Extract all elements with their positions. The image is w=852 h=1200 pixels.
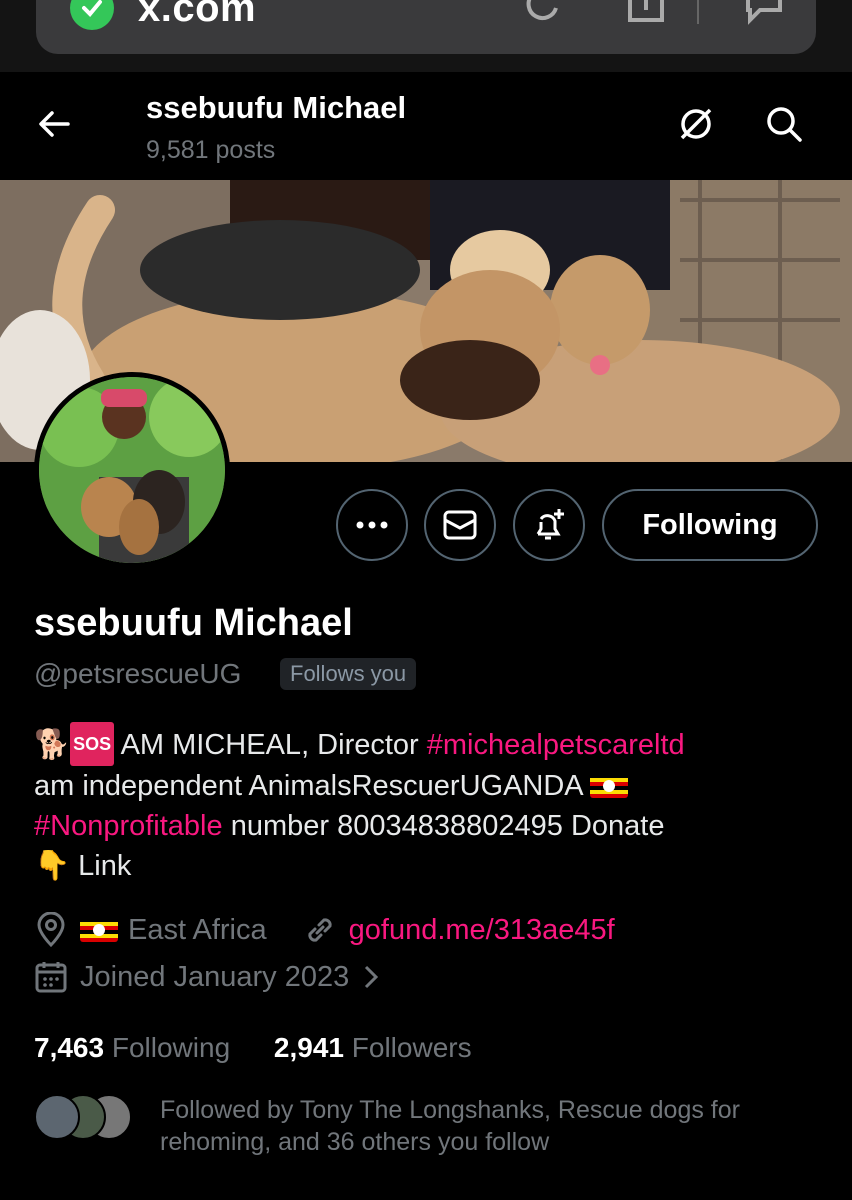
bio-text-1: AM MICHEAL, Director [120,729,427,761]
website-link[interactable]: gofund.me/313ae45f [349,914,615,947]
reload-icon[interactable] [520,0,564,26]
back-arrow-icon[interactable] [34,104,74,144]
more-dots-icon [356,521,388,529]
notifications-button[interactable] [513,489,585,561]
link-icon [308,918,332,942]
display-name: ssebuufu Michael [34,602,353,644]
following-button[interactable]: Following [602,489,818,561]
envelope-icon [443,510,477,540]
chevron-right-icon [365,965,379,989]
bio-text-3: number 80034838802495 Donate [222,810,665,842]
sos-icon: SOS [70,722,115,766]
chat-icon[interactable] [742,0,786,26]
profile-bio: 🐕 SOS AM MICHEAL, Director #michealpetsca… [34,722,824,886]
search-icon[interactable] [764,104,804,144]
post-count: 9,581 posts [146,136,276,164]
dog-emoji-icon: 🐕 [34,729,71,761]
profile-meta-row: East Africa gofund.me/313ae45f [34,912,615,948]
followed-by-avatars[interactable] [34,1094,134,1142]
location-text: East Africa [128,913,267,946]
browser-toolbar: x.com [0,0,852,72]
grok-icon[interactable] [676,104,716,144]
follows-you-badge: Follows you [280,658,417,690]
message-button[interactable] [424,489,496,561]
location-pin-icon [37,912,65,948]
bio-text-4: Link [70,850,132,882]
joined-row[interactable]: Joined January 2023 [34,960,393,994]
hashtag-link[interactable]: #michealpetscareltd [427,729,685,761]
bell-plus-icon [536,509,564,540]
pointing-down-icon: 👇 [34,850,71,882]
followed-by-text[interactable]: Followed by Tony The Longshanks, Rescue … [160,1094,820,1158]
share-icon[interactable] [624,0,668,26]
user-handle: @petsrescueUG [34,658,242,689]
hashtag-link[interactable]: #Nonprofitable [34,810,223,842]
joined-text: Joined January 2023 [80,960,350,993]
following-stat[interactable]: 7,463 Following [34,1032,230,1063]
calendar-icon [35,962,67,993]
uganda-flag-icon [80,918,118,942]
follow-stats: 7,463 Following 2,941 Followers [34,1032,472,1064]
bio-text-2: am independent AnimalsRescuerUGANDA [34,770,591,802]
header-title: ssebuufu Michael [146,90,407,125]
followers-stat[interactable]: 2,941 Followers [274,1032,472,1063]
more-options-button[interactable] [336,489,408,561]
url-text[interactable]: x.com [138,0,256,31]
avatar [34,1094,80,1140]
profile-avatar[interactable] [34,372,230,568]
uganda-flag-icon [590,774,629,798]
toolbar-divider [697,0,699,24]
